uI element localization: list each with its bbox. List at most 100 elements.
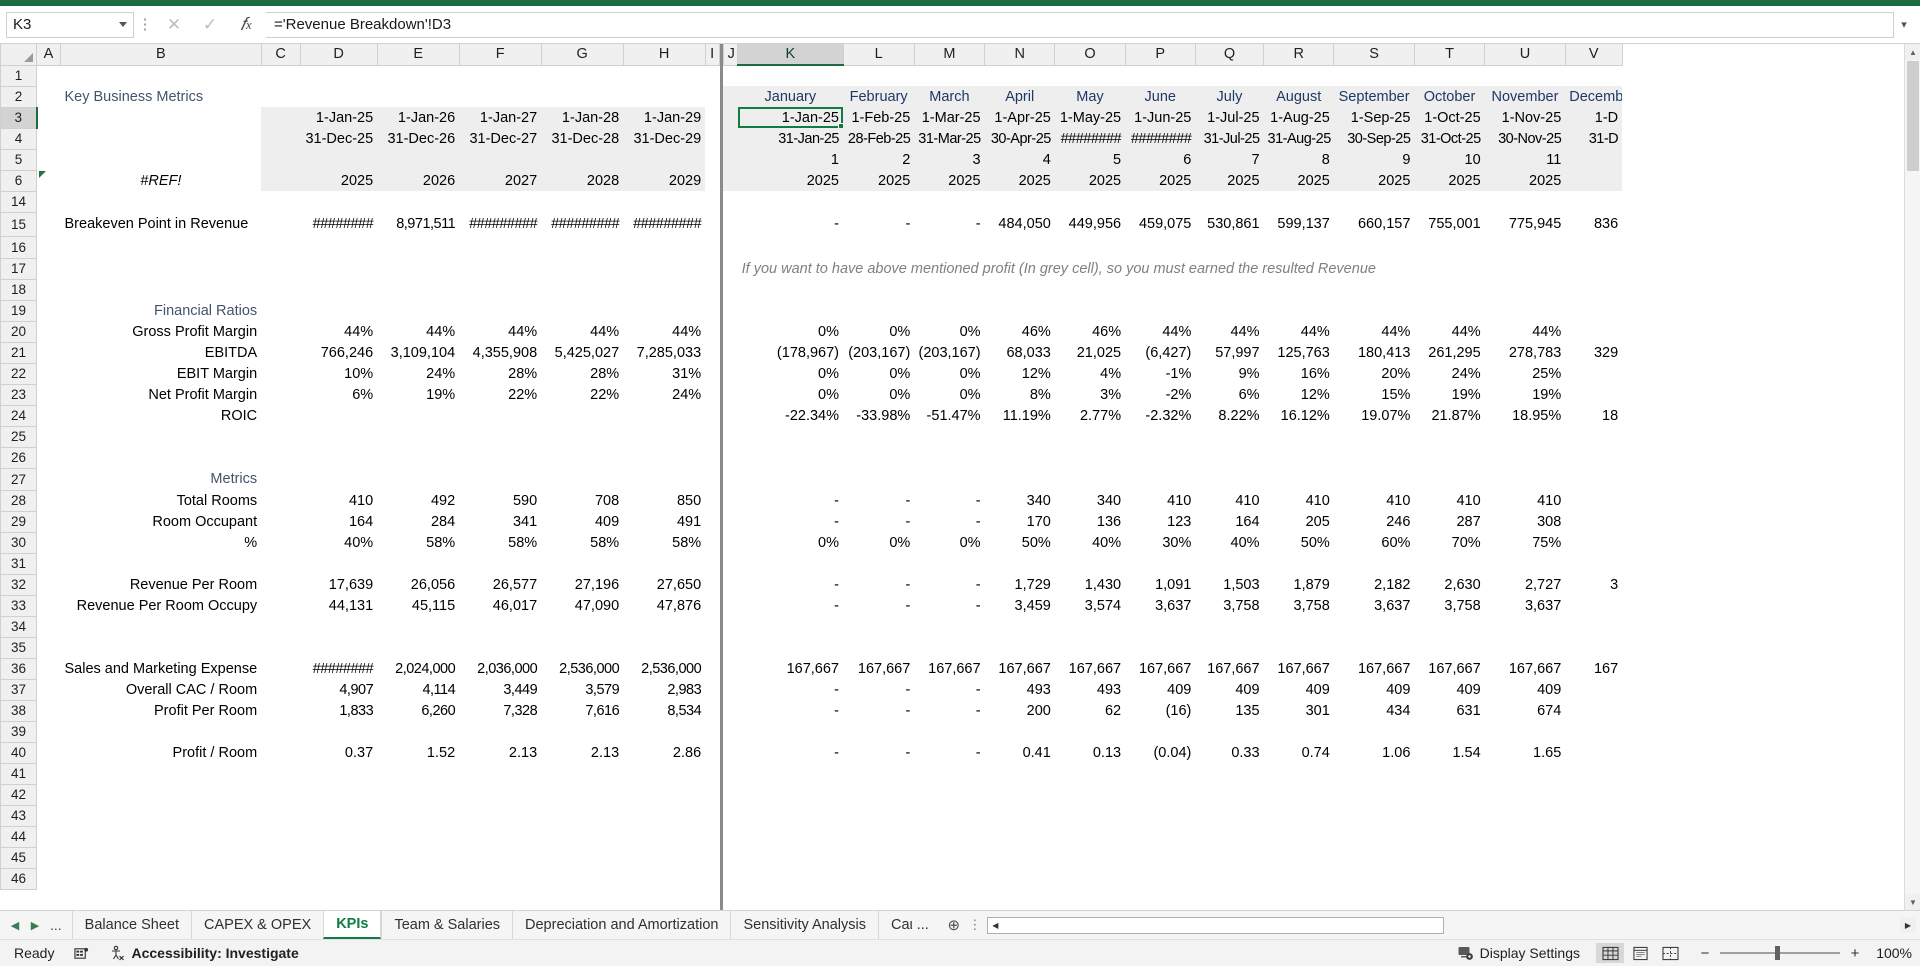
cell-empty[interactable] xyxy=(1125,191,1195,212)
cell-empty[interactable] xyxy=(459,426,541,447)
cell-empty[interactable] xyxy=(1264,868,1334,889)
monthly-value[interactable]: 3,758 xyxy=(1195,595,1263,616)
cell-empty[interactable] xyxy=(459,65,541,86)
cell-empty[interactable] xyxy=(37,490,61,511)
month-end-date[interactable]: 31-Aug-25 xyxy=(1263,128,1334,149)
cell-empty[interactable] xyxy=(261,86,300,107)
cell-empty[interactable] xyxy=(843,805,914,826)
annual-start-date[interactable]: 1-Jan-29 xyxy=(623,107,706,128)
monthly-value[interactable]: 409 xyxy=(1414,679,1484,700)
annual-value[interactable]: 2,536,000 xyxy=(541,658,623,679)
monthly-value[interactable]: 3,637 xyxy=(1334,595,1415,616)
cell-empty[interactable] xyxy=(705,321,719,342)
monthly-value[interactable]: 44% xyxy=(1195,321,1263,342)
cell-empty[interactable] xyxy=(914,616,984,637)
cell-empty[interactable] xyxy=(37,553,61,574)
record-macro-button[interactable] xyxy=(64,946,99,961)
annual-value[interactable]: 4,114 xyxy=(377,679,459,700)
cell-empty[interactable] xyxy=(37,363,61,384)
annual-value[interactable]: 341 xyxy=(459,511,541,532)
cell-empty[interactable] xyxy=(541,868,623,889)
cell-empty[interactable] xyxy=(1485,191,1566,212)
cell-empty[interactable] xyxy=(1055,65,1125,86)
monthly-value[interactable]: 1.65 xyxy=(1485,742,1566,763)
annual-start-date[interactable]: 1-Jan-28 xyxy=(541,107,624,128)
month-end-date[interactable]: 31-D xyxy=(1565,128,1623,149)
cell-empty[interactable] xyxy=(705,721,719,742)
cell-empty[interactable] xyxy=(705,300,719,321)
cell-empty[interactable] xyxy=(623,784,705,805)
row-header-44[interactable]: 44 xyxy=(0,825,37,848)
month-header[interactable]: October xyxy=(1414,86,1485,107)
cell-empty[interactable] xyxy=(1485,784,1566,805)
column-header-V[interactable]: V xyxy=(1564,44,1623,66)
cell-empty[interactable] xyxy=(61,191,262,212)
cell-empty[interactable] xyxy=(723,321,737,342)
cell-empty[interactable] xyxy=(37,405,61,426)
column-header-D[interactable]: D xyxy=(299,44,378,66)
cell-empty[interactable] xyxy=(623,236,705,258)
cell-empty[interactable] xyxy=(1414,279,1484,300)
cell-empty[interactable] xyxy=(1195,868,1263,889)
column-header-B[interactable]: B xyxy=(60,44,262,66)
row-header-16[interactable]: 16 xyxy=(0,235,37,259)
cell-empty[interactable] xyxy=(985,763,1055,784)
annual-value[interactable] xyxy=(377,405,459,426)
cell-empty[interactable] xyxy=(541,763,623,784)
monthly-value[interactable]: - xyxy=(914,511,984,532)
cell-empty[interactable] xyxy=(37,679,61,700)
cell-empty[interactable] xyxy=(1414,847,1484,868)
month-year[interactable]: 2025 xyxy=(1333,170,1415,191)
cell-empty[interactable] xyxy=(705,426,719,447)
cell-empty[interactable] xyxy=(377,191,459,212)
cell-empty[interactable] xyxy=(541,65,623,86)
annual-value[interactable]: 58% xyxy=(377,532,459,553)
cell-empty[interactable] xyxy=(300,721,377,742)
cell-empty[interactable] xyxy=(1264,763,1334,784)
annual-end-date[interactable]: 31-Dec-28 xyxy=(541,128,624,149)
cell-empty[interactable] xyxy=(261,342,300,363)
monthly-value[interactable]: 3,574 xyxy=(1055,595,1125,616)
column-header-P[interactable]: P xyxy=(1124,44,1196,66)
cell-empty[interactable] xyxy=(300,826,377,847)
cell-empty[interactable] xyxy=(261,447,300,468)
cell-empty[interactable] xyxy=(914,763,984,784)
check-icon[interactable]: ✓ xyxy=(192,12,228,38)
monthly-value[interactable]: 167,667 xyxy=(738,658,843,679)
monthly-value[interactable]: 68,033 xyxy=(985,342,1055,363)
column-header-F[interactable]: F xyxy=(458,44,542,66)
row-header-15[interactable]: 15 xyxy=(0,211,37,237)
cell-empty[interactable] xyxy=(300,784,377,805)
month-index[interactable]: 6 xyxy=(1125,149,1196,170)
cell-empty[interactable] xyxy=(261,363,300,384)
cell-empty[interactable] xyxy=(985,191,1055,212)
cell-empty[interactable] xyxy=(705,595,719,616)
month-end-date[interactable]: ######## xyxy=(1054,128,1126,149)
annual-end-date[interactable]: 31-Dec-29 xyxy=(623,128,706,149)
row-header-31[interactable]: 31 xyxy=(0,552,37,575)
annual-value[interactable]: 284 xyxy=(377,511,459,532)
horizontal-scroll-track[interactable] xyxy=(1002,917,1444,933)
cell-empty[interactable] xyxy=(738,847,843,868)
cell-empty[interactable] xyxy=(37,426,61,447)
monthly-value[interactable]: 0.74 xyxy=(1264,742,1334,763)
annual-value[interactable]: 2.13 xyxy=(459,742,541,763)
cell-empty[interactable] xyxy=(61,616,262,637)
month-year[interactable]: 2025 xyxy=(1263,170,1334,191)
monthly-value[interactable]: 0% xyxy=(843,363,914,384)
cell-empty[interactable] xyxy=(914,637,984,658)
monthly-value[interactable]: 57,997 xyxy=(1195,342,1263,363)
monthly-value[interactable]: - xyxy=(914,742,984,763)
cell-empty[interactable] xyxy=(1334,553,1415,574)
cell-empty[interactable] xyxy=(37,826,61,847)
cell-empty[interactable] xyxy=(738,721,843,742)
cell-empty[interactable] xyxy=(300,149,378,170)
annual-value[interactable]: 7,285,033 xyxy=(623,342,705,363)
cell-empty[interactable] xyxy=(723,300,737,321)
cell-empty[interactable] xyxy=(723,784,737,805)
annual-value[interactable]: 44% xyxy=(300,321,377,342)
cell-empty[interactable] xyxy=(985,805,1055,826)
cell-empty[interactable] xyxy=(1414,191,1484,212)
cell-empty[interactable] xyxy=(623,426,705,447)
breakeven-annual-value[interactable]: ######### xyxy=(459,212,541,236)
